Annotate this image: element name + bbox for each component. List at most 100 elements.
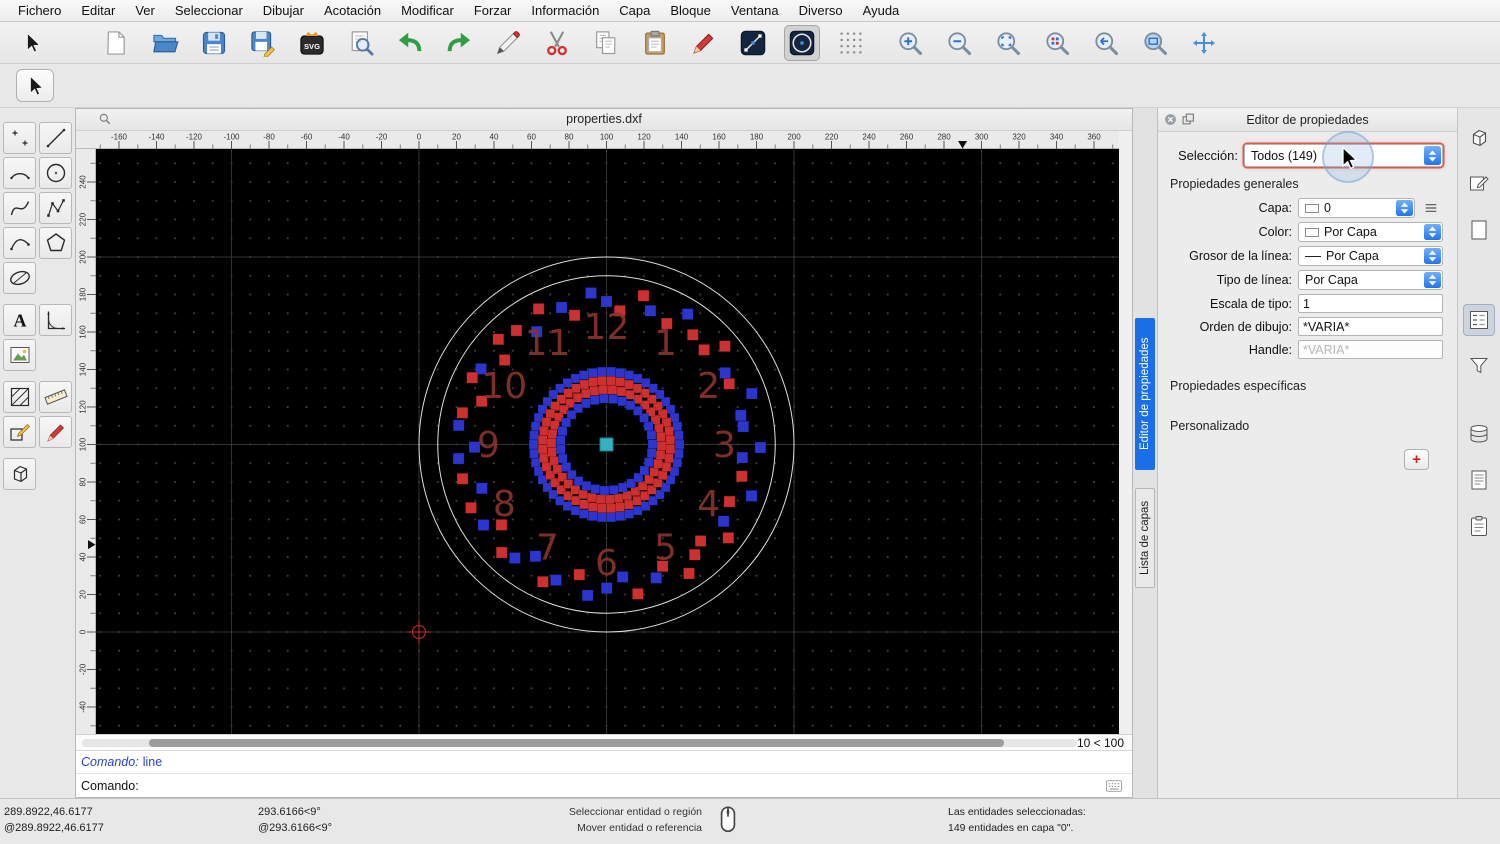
tool-dim-edit-button[interactable] — [39, 416, 72, 448]
undo-button[interactable] — [392, 25, 428, 61]
stepper-icon[interactable] — [1424, 272, 1441, 288]
draw-line-button[interactable] — [735, 25, 771, 61]
menu-ventana[interactable]: Ventana — [721, 3, 789, 18]
draworder-input[interactable] — [1298, 317, 1443, 336]
delete-pen-button[interactable] — [490, 25, 526, 61]
current-action-button[interactable] — [16, 69, 54, 102]
tool-free-curve-button[interactable] — [3, 227, 36, 259]
section-specific: Propiedades específicas — [1170, 379, 1443, 393]
scrollbar-thumb[interactable] — [149, 739, 1004, 747]
lineweight-combo[interactable]: Por Capa — [1298, 246, 1443, 266]
color-combo[interactable]: Por Capa — [1298, 222, 1443, 242]
menu-fichero[interactable]: Fichero — [8, 3, 71, 18]
menu-información[interactable]: Información — [521, 3, 609, 18]
stepper-icon[interactable] — [1424, 248, 1441, 264]
svg-text:-20: -20 — [376, 133, 388, 142]
svg-text:180: 180 — [750, 133, 764, 142]
typescale-input[interactable] — [1298, 294, 1443, 313]
svg-text:SVG: SVG — [304, 41, 320, 50]
layer-menu-button[interactable] — [1419, 199, 1443, 218]
stepper-icon[interactable] — [1424, 224, 1441, 240]
command-options-button[interactable] — [1102, 777, 1126, 795]
filter-panel-button[interactable] — [1463, 350, 1495, 382]
tool-text-button[interactable]: A — [3, 304, 36, 336]
stepper-icon[interactable] — [1424, 146, 1441, 165]
zoom-in-button[interactable] — [892, 25, 928, 61]
svg-text:-120: -120 — [186, 133, 203, 142]
select-tool-button[interactable] — [14, 25, 50, 61]
svg-text:20: 20 — [452, 133, 461, 142]
tab-property-editor[interactable]: Editor de propiedades — [1135, 318, 1155, 470]
cut-button[interactable] — [539, 25, 575, 61]
command-prompt-label: Comando: — [81, 779, 139, 793]
svg-text:9: 9 — [477, 425, 500, 466]
draw-circle-button[interactable] — [784, 25, 820, 61]
cube-3d-panel-button[interactable] — [1463, 122, 1495, 154]
layer-drum-panel-button[interactable] — [1463, 418, 1495, 450]
menu-capa[interactable]: Capa — [609, 3, 660, 18]
zoom-select-button[interactable] — [1039, 25, 1075, 61]
zoom-previous-button[interactable] — [1088, 25, 1124, 61]
absolute-coordinates: 289.8922,46.6177 — [4, 804, 104, 820]
new-file-button[interactable] — [98, 25, 134, 61]
tool-ellipse-button[interactable] — [3, 262, 36, 294]
menu-diverso[interactable]: Diverso — [789, 3, 853, 18]
tab-layer-list[interactable]: Lista de capas — [1135, 488, 1155, 588]
tool-line-button[interactable] — [39, 122, 72, 154]
layer-combo[interactable]: 0 — [1298, 198, 1415, 218]
export-svg-button[interactable]: SVG — [294, 25, 330, 61]
property-list-panel-button[interactable] — [1463, 304, 1495, 336]
tool-polygon-button[interactable] — [39, 227, 72, 259]
command-input[interactable] — [145, 776, 1102, 796]
menu-ver[interactable]: Ver — [125, 3, 165, 18]
zoom-window-button[interactable] — [1137, 25, 1173, 61]
stepper-icon[interactable] — [1396, 200, 1413, 216]
zoom-out-button[interactable] — [941, 25, 977, 61]
horizontal-scrollbar[interactable]: 10 < 100 — [76, 734, 1132, 750]
blank-page-panel-button[interactable] — [1463, 214, 1495, 246]
menu-acotación[interactable]: Acotación — [314, 3, 391, 18]
add-custom-property-button[interactable]: + — [1404, 449, 1429, 470]
lineweight-sample-icon — [1305, 256, 1321, 257]
tool-circle-button[interactable] — [39, 157, 72, 189]
tool-image-button[interactable] — [3, 339, 36, 371]
menu-editar[interactable]: Editar — [71, 3, 125, 18]
menu-dibujar[interactable]: Dibujar — [253, 3, 314, 18]
open-file-button[interactable] — [147, 25, 183, 61]
redo-button[interactable] — [441, 25, 477, 61]
paste-button[interactable] — [637, 25, 673, 61]
save-as-button[interactable] — [245, 25, 281, 61]
draft-edit-panel-button[interactable] — [1463, 168, 1495, 200]
tool-modify-button[interactable] — [3, 416, 36, 448]
tool-solid-3d-button[interactable] — [3, 458, 36, 490]
zoom-auto-button[interactable] — [990, 25, 1026, 61]
grid-toggle-button[interactable] — [833, 25, 869, 61]
svg-text:280: 280 — [937, 133, 951, 142]
selection-status: Las entid​ades seleccionadas: 149 entida… — [948, 804, 1086, 836]
right-click-hint: Mover entidad o referencia — [440, 820, 702, 836]
edit-pen-button[interactable] — [686, 25, 722, 61]
tool-point-button[interactable] — [3, 122, 36, 154]
pan-button[interactable] — [1186, 25, 1222, 61]
clipboard-panel-button[interactable] — [1463, 510, 1495, 542]
typescale-label: Escala de tipo: — [1166, 297, 1292, 311]
save-button[interactable] — [196, 25, 232, 61]
doc-lines-panel-button[interactable] — [1463, 464, 1495, 496]
linetype-combo[interactable]: Por Capa — [1298, 270, 1443, 290]
tool-arc-button[interactable] — [3, 157, 36, 189]
menu-modificar[interactable]: Modificar — [391, 3, 464, 18]
tool-dimension-button[interactable] — [39, 304, 72, 336]
tool-measure-button[interactable] — [39, 381, 72, 413]
tool-spline-button[interactable] — [3, 192, 36, 224]
menu-ayuda[interactable]: Ayuda — [853, 3, 910, 18]
copy-button[interactable] — [588, 25, 624, 61]
menu-seleccionar[interactable]: Seleccionar — [165, 3, 253, 18]
draworder-row: Orden de dibujo: — [1166, 317, 1443, 336]
menu-forzar[interactable]: Forzar — [464, 3, 522, 18]
menubar: FicheroEditarVerSeleccionarDibujarAcotac… — [0, 0, 1500, 22]
tool-polyline-button[interactable] — [39, 192, 72, 224]
print-preview-button[interactable] — [343, 25, 379, 61]
tool-hatch-button[interactable] — [3, 381, 36, 413]
menu-bloque[interactable]: Bloque — [660, 3, 720, 18]
drawing-canvas[interactable]: 121234567891011 — [96, 149, 1119, 734]
